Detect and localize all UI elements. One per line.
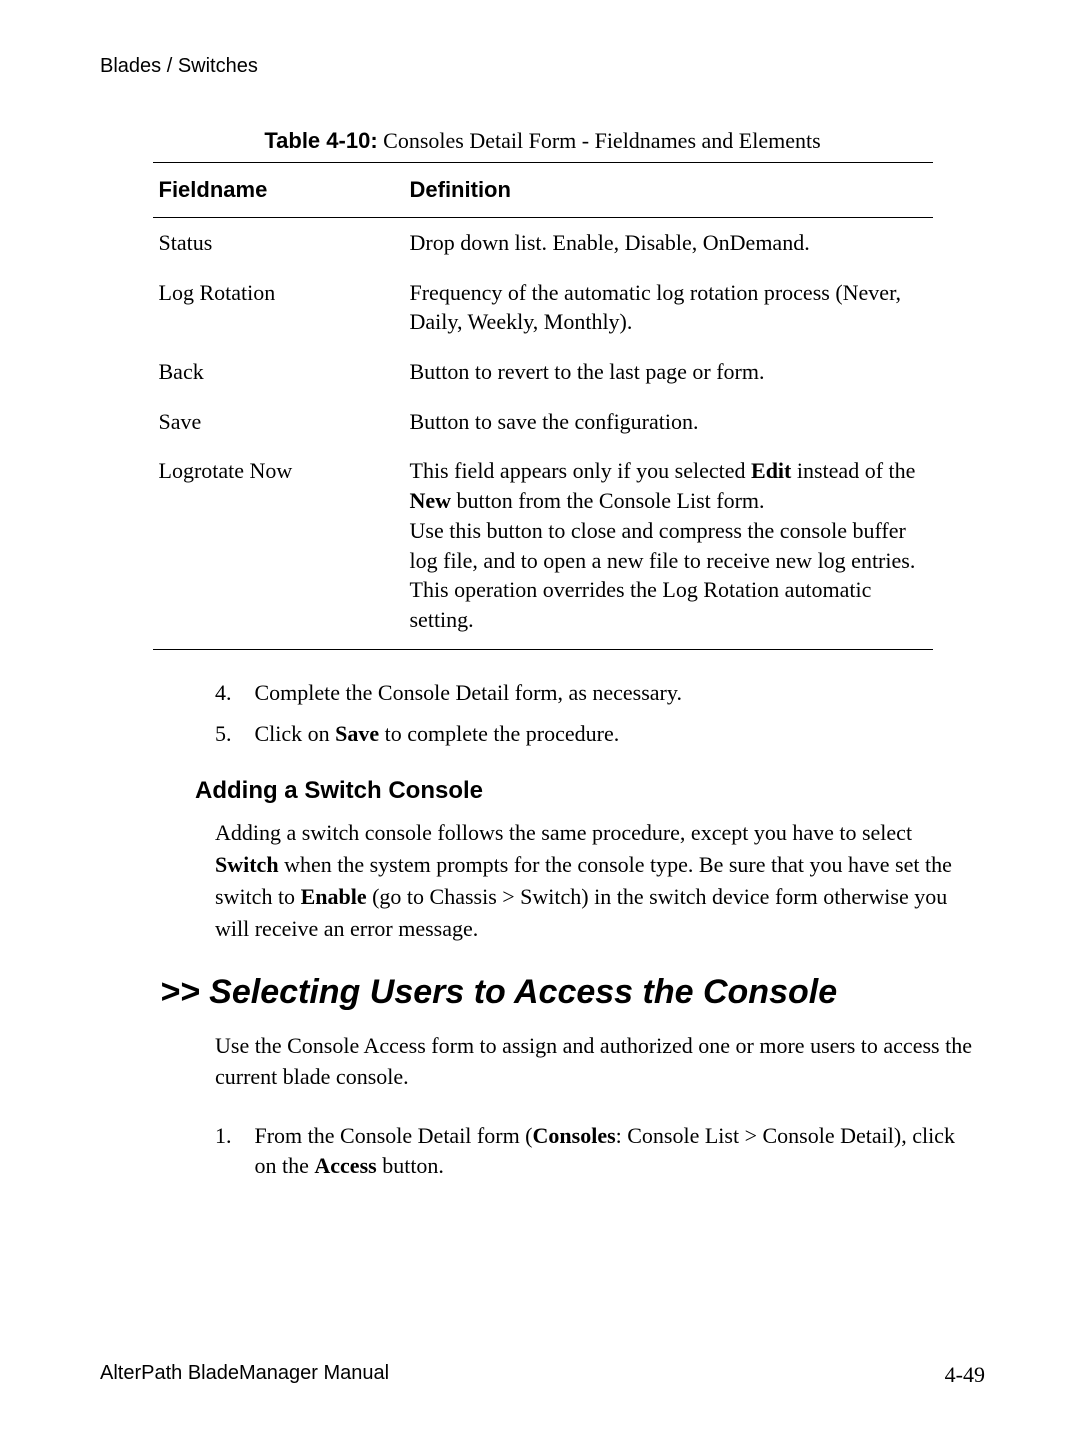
section-heading: Adding a Switch Console: [195, 777, 985, 805]
list-item: 4. Complete the Console Detail form, as …: [215, 678, 985, 708]
cell-field: Status: [153, 218, 404, 268]
step-text: Click on Save to complete the procedure.: [255, 719, 975, 749]
cell-def: This field appears only if you selected …: [404, 446, 933, 649]
step-text: Complete the Console Detail form, as nec…: [255, 678, 975, 708]
step-text: From the Console Detail form (Consoles: …: [255, 1121, 975, 1180]
cell-def: Button to save the configuration.: [404, 397, 933, 447]
page-footer: AlterPath BladeManager Manual 4-49: [100, 1362, 985, 1388]
list-item: 1. From the Console Detail form (Console…: [215, 1121, 985, 1180]
table-row: Log Rotation Frequency of the automatic …: [153, 268, 933, 347]
procedure-steps: 1. From the Console Detail form (Console…: [215, 1121, 985, 1180]
procedure-steps: 4. Complete the Console Detail form, as …: [215, 678, 985, 749]
cell-field: Logrotate Now: [153, 446, 404, 649]
step-number: 4.: [215, 678, 249, 708]
table-row: Back Button to revert to the last page o…: [153, 347, 933, 397]
cell-field: Save: [153, 397, 404, 447]
step-number: 5.: [215, 719, 249, 749]
cell-field: Back: [153, 347, 404, 397]
table-row: Logrotate Now This field appears only if…: [153, 446, 933, 649]
paragraph: Adding a switch console follows the same…: [215, 817, 975, 945]
table-row: Save Button to save the configuration.: [153, 397, 933, 447]
paragraph: Use the Console Access form to assign an…: [215, 1030, 975, 1094]
table-caption: Table 4-10: Consoles Detail Form - Field…: [100, 128, 985, 154]
page-number: 4-49: [945, 1362, 985, 1388]
cell-def: Button to revert to the last page or for…: [404, 347, 933, 397]
step-number: 1.: [215, 1121, 249, 1151]
footer-title: AlterPath BladeManager Manual: [100, 1362, 389, 1388]
major-heading: >> Selecting Users to Access the Console: [160, 973, 985, 1012]
cell-field: Log Rotation: [153, 268, 404, 347]
fieldnames-table: Fieldname Definition Status Drop down li…: [153, 162, 933, 650]
col-fieldname: Fieldname: [153, 163, 404, 218]
col-definition: Definition: [404, 163, 933, 218]
table-row: Status Drop down list. Enable, Disable, …: [153, 218, 933, 268]
cell-def: Drop down list. Enable, Disable, OnDeman…: [404, 218, 933, 268]
running-header: Blades / Switches: [100, 55, 985, 78]
cell-def: Frequency of the automatic log rotation …: [404, 268, 933, 347]
list-item: 5. Click on Save to complete the procedu…: [215, 719, 985, 749]
table-title: Consoles Detail Form - Fieldnames and El…: [378, 128, 821, 153]
table-number: Table 4-10:: [264, 128, 377, 153]
